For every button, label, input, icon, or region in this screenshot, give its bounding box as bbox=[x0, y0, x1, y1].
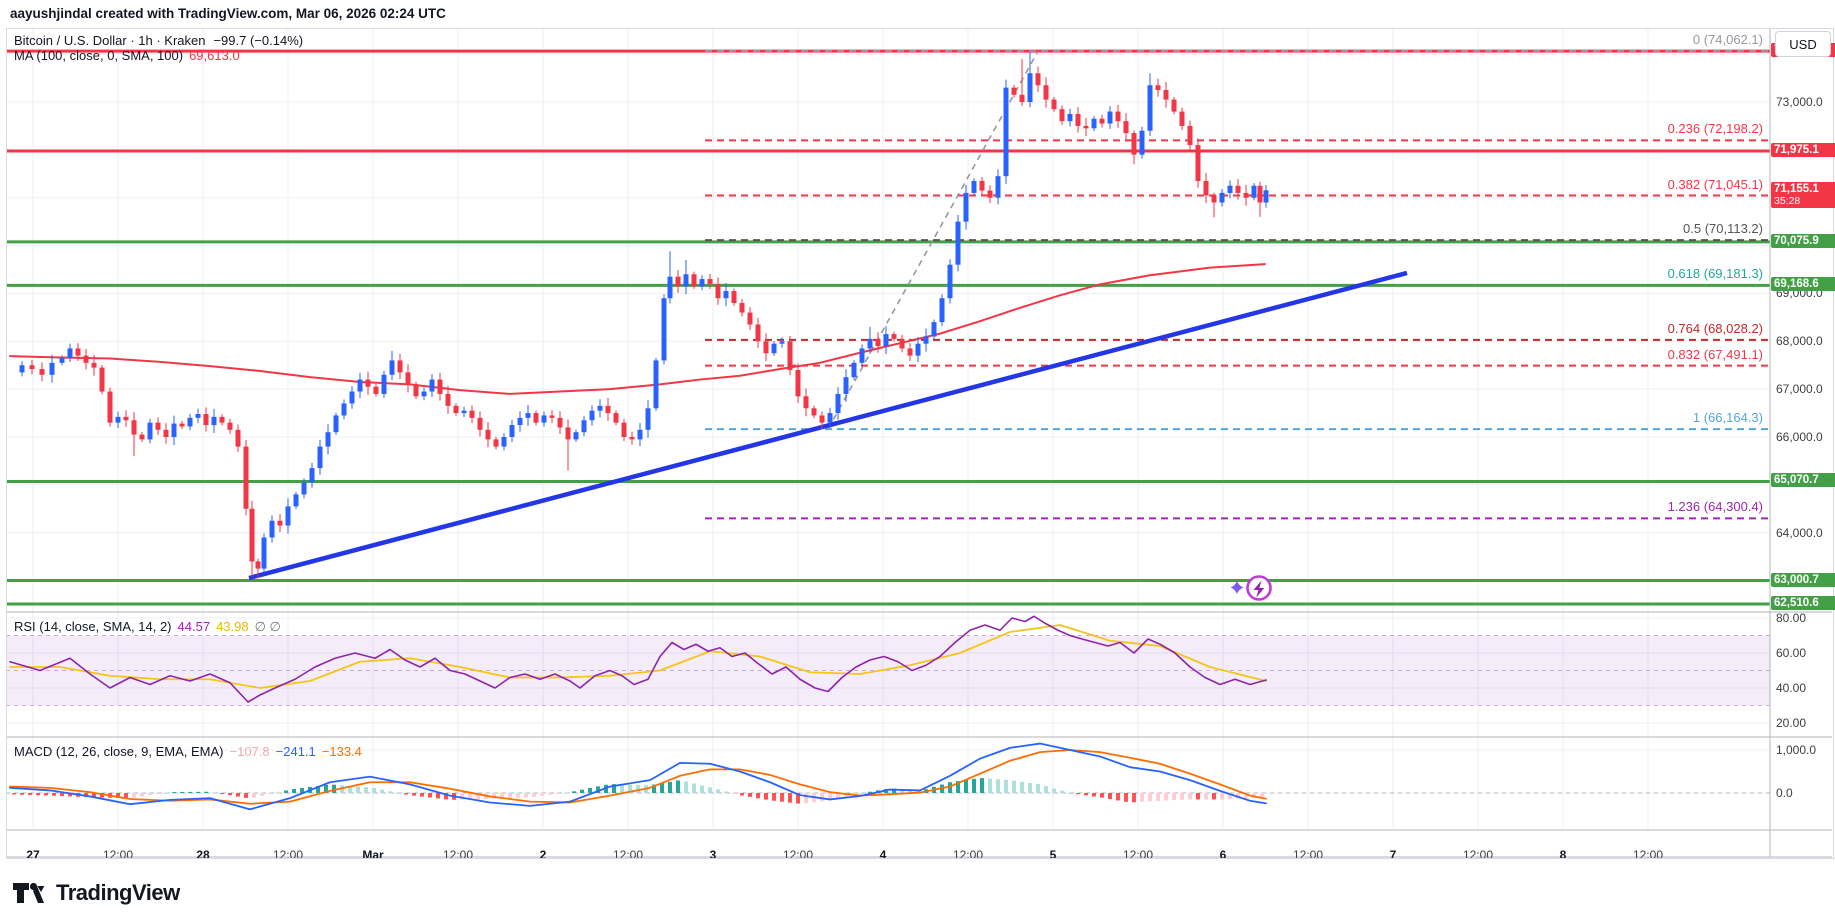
fib-level-label: 0.618 (69,181.3) bbox=[1667, 265, 1763, 281]
time-axis-label[interactable]: 2 bbox=[513, 848, 573, 862]
rsi-axis-label[interactable]: 60.00 bbox=[1776, 646, 1806, 660]
macd-axis-label[interactable]: 0.0 bbox=[1776, 786, 1793, 800]
price-axis-label[interactable]: 66,000.0 bbox=[1776, 430, 1823, 444]
price-line-badge: 70,075.9 bbox=[1771, 233, 1835, 248]
rsi-label: RSI (14, close, SMA, 14, 2) bbox=[14, 619, 172, 634]
time-axis-label[interactable]: 7 bbox=[1363, 848, 1423, 862]
ma-legend[interactable]: MA (100, close, 0, SMA, 100) 69,613.0 bbox=[14, 48, 240, 63]
fib-level-label: 1.236 (64,300.4) bbox=[1667, 499, 1763, 515]
price-axis-label[interactable]: 67,000.0 bbox=[1776, 382, 1823, 396]
chart-canvas[interactable] bbox=[0, 0, 1835, 917]
macd-label: MACD (12, 26, close, 9, EMA, EMA) bbox=[14, 744, 224, 759]
change-value: −99.7 (−0.14%) bbox=[213, 33, 304, 48]
fib-level-label: 0.236 (72,198.2) bbox=[1667, 121, 1763, 137]
fib-level-label: 0.832 (67,491.1) bbox=[1667, 346, 1763, 362]
time-axis-label[interactable]: 27 bbox=[3, 848, 63, 862]
tradingview-logo-text: TradingView bbox=[56, 880, 180, 905]
rsi-ma-value: 43.98 bbox=[216, 619, 249, 634]
time-axis-label[interactable]: 5 bbox=[1023, 848, 1083, 862]
macd-legend[interactable]: MACD (12, 26, close, 9, EMA, EMA) −107.8−… bbox=[14, 744, 362, 759]
price-line-badge: 62,510.6 bbox=[1771, 595, 1835, 610]
time-axis-label[interactable]: 4 bbox=[853, 848, 913, 862]
time-axis-label[interactable]: 12:00 bbox=[428, 848, 488, 862]
ma-value: 69,613.0 bbox=[189, 48, 240, 63]
time-axis-label[interactable]: 8 bbox=[1533, 848, 1593, 862]
macd-line-value: −241.1 bbox=[275, 744, 316, 759]
time-axis-label[interactable]: 12:00 bbox=[768, 848, 828, 862]
time-axis-label[interactable]: 12:00 bbox=[938, 848, 998, 862]
macd-hist-value: −107.8 bbox=[229, 744, 270, 759]
symbol-title: Bitcoin / U.S. Dollar · 1h · Kraken bbox=[14, 33, 206, 48]
time-axis-label[interactable]: 12:00 bbox=[1448, 848, 1508, 862]
currency-unit-button[interactable]: USD bbox=[1775, 31, 1831, 57]
rsi-axis-label[interactable]: 80.00 bbox=[1776, 611, 1806, 625]
price-axis-label[interactable]: 68,000.0 bbox=[1776, 334, 1823, 348]
time-axis-label[interactable]: 28 bbox=[173, 848, 233, 862]
price-line-badge: 65,070.7 bbox=[1771, 473, 1835, 488]
rsi-value: 44.57 bbox=[177, 619, 211, 634]
time-axis-label[interactable]: 6 bbox=[1193, 848, 1253, 862]
time-axis-label[interactable]: 3 bbox=[683, 848, 743, 862]
time-axis-label[interactable]: 12:00 bbox=[258, 848, 318, 862]
time-axis-label[interactable]: 12:00 bbox=[88, 848, 148, 862]
price-line-badge: 71,975.1 bbox=[1771, 143, 1835, 158]
attribution-text: aayushjindal created with TradingView.co… bbox=[10, 6, 446, 21]
price-line-badge: 69,168.6 bbox=[1771, 277, 1835, 292]
flash-boost-icon[interactable] bbox=[1226, 570, 1278, 608]
fib-level-label: 0.764 (68,028.2) bbox=[1667, 320, 1763, 336]
time-axis-label[interactable]: Mar bbox=[343, 848, 403, 862]
fib-level-label: 0 (74,062.1) bbox=[1692, 32, 1763, 48]
symbol-legend[interactable]: Bitcoin / U.S. Dollar · 1h · Kraken −99.7… bbox=[14, 33, 303, 48]
time-axis-label[interactable]: 12:00 bbox=[1108, 848, 1168, 862]
rsi-legend[interactable]: RSI (14, close, SMA, 14, 2) 44.57 43.98 ∅ ∅ bbox=[14, 619, 281, 635]
rsi-bands-empty: ∅ ∅ bbox=[254, 619, 281, 634]
rsi-axis-label[interactable]: 40.00 bbox=[1776, 681, 1806, 695]
price-line-badge: 63,000.7 bbox=[1771, 572, 1835, 587]
time-axis-label[interactable]: 12:00 bbox=[1618, 848, 1678, 862]
time-axis-label[interactable]: 12:00 bbox=[1278, 848, 1338, 862]
fib-level-label: 1 (66,164.3) bbox=[1692, 410, 1763, 426]
price-axis-label[interactable]: 73,000.0 bbox=[1776, 95, 1823, 109]
tradingview-logo-mark bbox=[13, 882, 45, 903]
current-price-badge: 71,155.1 35:28 bbox=[1771, 182, 1835, 209]
tradingview-logo[interactable]: TradingView bbox=[12, 878, 180, 908]
rsi-axis-label[interactable]: 20.00 bbox=[1776, 716, 1806, 730]
ma-label: MA (100, close, 0, SMA, 100) bbox=[14, 48, 184, 63]
time-axis-label[interactable]: 12:00 bbox=[598, 848, 658, 862]
fib-level-label: 0.382 (71,045.1) bbox=[1667, 176, 1763, 192]
macd-axis-label[interactable]: 1,000.0 bbox=[1776, 743, 1816, 757]
tradingview-chart-page: aayushjindal created with TradingView.co… bbox=[0, 0, 1835, 917]
macd-signal-value: −133.4 bbox=[321, 744, 362, 759]
fib-level-label: 0.5 (70,113.2) bbox=[1683, 221, 1763, 237]
price-axis-label[interactable]: 64,000.0 bbox=[1776, 526, 1823, 540]
